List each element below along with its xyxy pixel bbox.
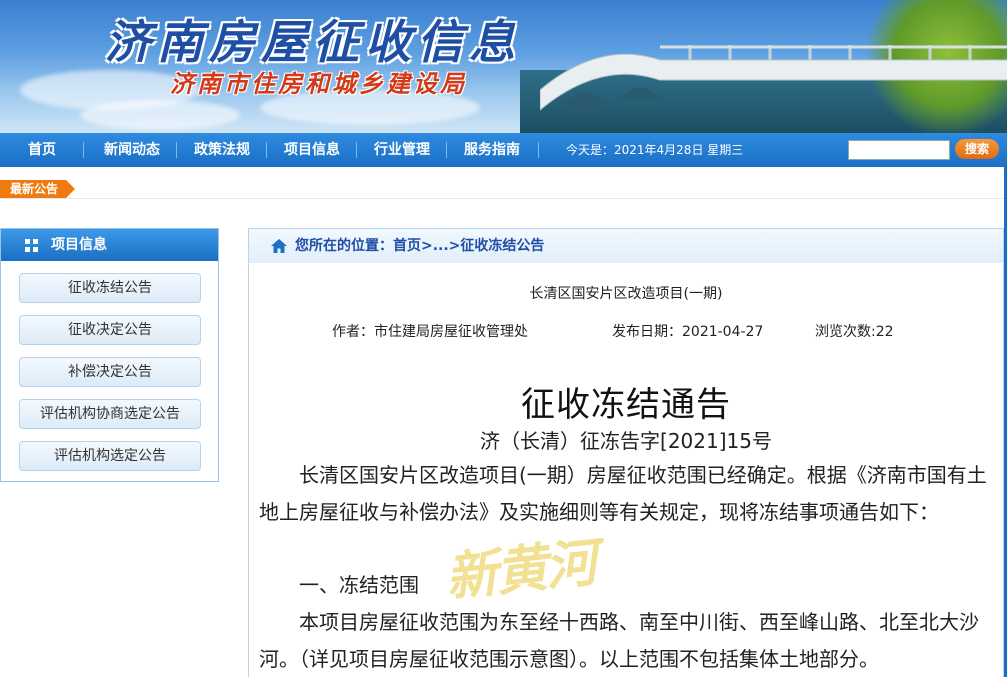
- main-content: 您所在的位置：首页>...>征收冻结公告 长清区国安片区改造项目(一期) 作者：…: [248, 228, 1004, 677]
- site-subtitle: 济南市住房和城乡建设局: [170, 69, 467, 98]
- bridge-image: [540, 45, 1007, 111]
- section-heading: 一、冻结范围: [299, 573, 419, 597]
- current-date: 今天是：2021年4月28日 星期三: [566, 143, 744, 157]
- site-title: 济南房屋征收信息: [105, 15, 521, 69]
- breadcrumb-current[interactable]: 征收冻结公告: [460, 238, 544, 254]
- latest-announcements-tag[interactable]: 最新公告: [0, 180, 75, 198]
- article-author: 作者：市住建局房屋征收管理处: [332, 324, 528, 340]
- nav-divider: [266, 142, 267, 158]
- breadcrumb-home-link[interactable]: 首页: [393, 238, 421, 254]
- nav-divider: [446, 142, 447, 158]
- sidebar: 项目信息 征收冻结公告 征收决定公告 补偿决定公告 评估机构协商选定公告 评估机…: [0, 228, 219, 482]
- nav-news[interactable]: 新闻动态: [104, 133, 160, 167]
- search-input[interactable]: [848, 140, 950, 160]
- article-date: 发布日期：2021-04-27: [612, 324, 764, 340]
- cloud-decoration: [80, 100, 240, 130]
- nav-projects[interactable]: 项目信息: [284, 133, 340, 167]
- header-banner: 济南房屋征收信息 济南市住房和城乡建设局: [0, 0, 1007, 133]
- sidebar-item-freeze-notice[interactable]: 征收冻结公告: [19, 273, 201, 303]
- nav-divider: [176, 142, 177, 158]
- nav-industry[interactable]: 行业管理: [374, 133, 430, 167]
- nav-divider: [356, 142, 357, 158]
- home-icon: [271, 239, 287, 253]
- article-views: 浏览次数:22: [815, 324, 894, 340]
- document-number: 济（长清）征冻告字[2021]15号: [480, 429, 772, 453]
- breadcrumb: 您所在的位置：首页>...>征收冻结公告: [249, 229, 1003, 263]
- grid-icon: [25, 239, 38, 252]
- sidebar-header: 项目信息: [1, 229, 218, 261]
- sidebar-item-appraiser-selection[interactable]: 评估机构选定公告: [19, 441, 201, 471]
- article-title: 征收冻结通告: [521, 385, 731, 425]
- project-name: 长清区国安片区改造项目(一期): [529, 286, 723, 302]
- breadcrumb-prefix: 您所在的位置：: [295, 238, 393, 254]
- search-button[interactable]: 搜索: [955, 139, 999, 159]
- article-paragraph: 长清区国安片区改造项目(一期）房屋征收范围已经确定。根据《济南市国有土地上房屋征…: [259, 463, 987, 524]
- nav-divider: [83, 142, 84, 158]
- nav-divider: [538, 142, 539, 158]
- sidebar-title: 项目信息: [51, 237, 107, 253]
- sidebar-item-appraiser-negotiation[interactable]: 评估机构协商选定公告: [19, 399, 201, 429]
- sidebar-item-decision-notice[interactable]: 征收决定公告: [19, 315, 201, 345]
- nav-service[interactable]: 服务指南: [464, 133, 520, 167]
- article-paragraph: 本项目房屋征收范围为东至经十西路、南至中川街、西至峰山路、北至北大沙河。（详见项…: [259, 610, 979, 671]
- breadcrumb-trail: 您所在的位置：首页>...>征收冻结公告: [295, 229, 544, 263]
- nav-home[interactable]: 首页: [28, 133, 56, 167]
- nav-policy[interactable]: 政策法规: [194, 133, 250, 167]
- divider: [0, 198, 1007, 199]
- breadcrumb-separator: >...>: [421, 238, 461, 254]
- sidebar-item-compensation-notice[interactable]: 补偿决定公告: [19, 357, 201, 387]
